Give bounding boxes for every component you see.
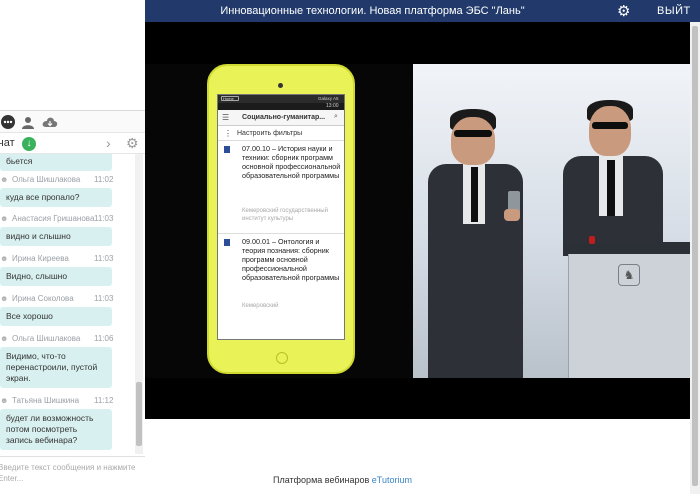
page-scrollbar[interactable] [690, 22, 700, 494]
message-text: будет ли возможность потом посмотреть за… [6, 413, 94, 445]
book-icon [224, 239, 230, 246]
chat-scrollbar[interactable] [135, 154, 143, 454]
message-input[interactable]: Введите текст сообщения и нажмите Enter.… [0, 456, 145, 494]
message-bubble: будет ли возможность потом посмотреть за… [0, 409, 112, 450]
phone-home-label: Home [221, 96, 239, 101]
search-icon: ⌕ [334, 113, 338, 120]
hamburger-icon: ☰ [222, 113, 230, 122]
phone-device-label: Galaxy A5 [318, 96, 339, 101]
chat-user-icon: ☻ [0, 396, 9, 405]
message-time: 11:03 [94, 294, 114, 303]
list-item: ☻ Ирина Киреева 11:03 Видно, слышно [0, 253, 135, 286]
webinar-room: чат ↓ › ⚙ бьется ☻ Ольга Шишлакова 11:02… [0, 0, 700, 494]
footer-text: Платформа вебинаров eTutorium [145, 475, 540, 485]
chat-toolbar [0, 110, 145, 132]
list-item: ☻ Анастасия Гришанова 11:03 видно и слыш… [0, 213, 135, 246]
chat-user-icon: ☻ [0, 254, 9, 263]
webinar-title-bar: Инновационные технологии. Новая платформ… [145, 0, 700, 22]
chat-user-icon: ☻ [0, 294, 9, 303]
phone-app-bar: ☰ Социально-гуманитар... ⌕ [218, 110, 344, 126]
message-author: Ирина Соколова [12, 294, 74, 303]
message-author: Ольга Шишлакова [12, 334, 81, 343]
message-text: Видно, слышно [6, 271, 68, 281]
book-icon [224, 146, 230, 153]
message-list: бьется ☻ Ольга Шишлакова 11:02 куда все … [0, 154, 135, 454]
phone-item-publisher: Кемеровский [242, 303, 279, 309]
chat-panel: чат ↓ › ⚙ бьется ☻ Ольга Шишлакова 11:02… [0, 0, 145, 494]
list-item: ☻ Ольга Шишлакова 11:06 Видимо, что-то п… [0, 333, 135, 388]
message-author: Ольга Шишлакова [12, 175, 81, 184]
phone-list-item: 07.00.10 – История науки и техники: сбор… [218, 142, 344, 234]
gear-icon[interactable]: ⚙ [126, 135, 139, 152]
slide-area: Home Galaxy A5 13:00 ☰ Социально-гуманит… [145, 64, 413, 378]
phone-app-title: Социально-гуманитар... [242, 114, 326, 121]
message-time: 11:03 [94, 254, 114, 263]
phone-camera [278, 83, 283, 88]
phone-mockup: Home Galaxy A5 13:00 ☰ Социально-гуманит… [207, 64, 355, 374]
podium-logo: ♞ [618, 264, 640, 286]
message-text: Видимо, что-то перенастроили, пустой экр… [6, 351, 98, 383]
presenter-figure [418, 99, 523, 378]
settings-gear-icon[interactable]: ⚙ [617, 2, 630, 20]
message-author: Ирина Киреева [12, 254, 69, 263]
message-text: Все хорошо [6, 311, 53, 321]
message-text: куда все пропало? [6, 192, 80, 202]
message-input-placeholder: Введите текст сообщения и нажмите Enter.… [0, 463, 136, 483]
phone-list-item: 09.00.01 – Онтология и теория познания: … [218, 235, 344, 339]
list-item: ☻ Татьяна Шишкина 11:12 будет ли возможн… [0, 395, 135, 450]
message-time: 11:12 [94, 396, 114, 405]
phone-home-button [276, 352, 288, 364]
filter-icon: ⋮ [224, 129, 232, 138]
phone-filter-label: Настроить фильтры [237, 130, 303, 137]
phone-item-publisher: Кемеровский государственный институт кул… [242, 208, 328, 222]
message-author: Анастасия Гришанова [12, 214, 95, 223]
message-author: Татьяна Шишкина [12, 396, 80, 405]
presenters-scene: ♞ [413, 64, 690, 378]
chevron-right-icon[interactable]: › [106, 135, 111, 151]
presenter-figure [563, 94, 663, 256]
message-text: бьется [6, 156, 33, 166]
etutorium-link[interactable]: eTutorium [372, 475, 412, 485]
message-bubble: бьется [0, 154, 112, 171]
list-item: ☻ Ирина Соколова 11:03 Все хорошо [0, 293, 135, 326]
chat-user-icon: ☻ [0, 214, 9, 223]
message-time: 11:03 [94, 214, 114, 223]
download-icon[interactable]: ↓ [22, 137, 36, 151]
chat-user-icon: ☻ [0, 334, 9, 343]
cloud-download-icon[interactable] [42, 114, 58, 130]
video-frame: Home Galaxy A5 13:00 ☰ Социально-гуманит… [145, 64, 690, 378]
user-icon[interactable] [20, 114, 36, 130]
page-footer: Платформа вебинаров eTutorium [145, 419, 690, 494]
webinar-title: Инновационные технологии. Новая платформ… [220, 5, 525, 17]
list-item: бьется [0, 154, 135, 171]
phone-clock: 13:00 [326, 103, 339, 109]
participants-area [0, 0, 145, 110]
page-scroll-thumb[interactable] [692, 26, 698, 486]
footer-prefix: Платформа вебинаров [273, 475, 372, 485]
exit-button[interactable]: ВЫЙТ [657, 5, 691, 17]
chat-title: чат [0, 137, 15, 149]
video-player[interactable]: Home Galaxy A5 13:00 ☰ Социально-гуманит… [145, 22, 690, 419]
message-bubble: куда все пропало? [0, 188, 112, 207]
message-text: видно и слышно [6, 231, 71, 241]
message-bubble: Видно, слышно [0, 267, 112, 286]
phone-screen: Home Galaxy A5 13:00 ☰ Социально-гуманит… [217, 94, 345, 340]
chat-scroll-thumb[interactable] [136, 382, 142, 446]
message-bubble: Видимо, что-то перенастроили, пустой экр… [0, 347, 112, 388]
phone-item-title: 07.00.10 – История науки и техники: сбор… [242, 144, 341, 180]
message-bubble: видно и слышно [0, 227, 112, 246]
phone-item-title: 09.00.01 – Онтология и теория познания: … [242, 237, 340, 282]
list-item: ☻ Ольга Шишлакова 11:02 куда все пропало… [0, 174, 135, 207]
message-bubble: Все хорошо [0, 307, 112, 326]
message-time: 11:02 [94, 175, 114, 184]
chat-header: чат ↓ › ⚙ [0, 132, 145, 154]
chat-user-icon: ☻ [0, 175, 9, 184]
microphone [589, 236, 595, 244]
message-time: 11:06 [94, 334, 114, 343]
more-icon[interactable] [0, 114, 16, 130]
phone-filter-row: ⋮ Настроить фильтры [218, 127, 344, 141]
